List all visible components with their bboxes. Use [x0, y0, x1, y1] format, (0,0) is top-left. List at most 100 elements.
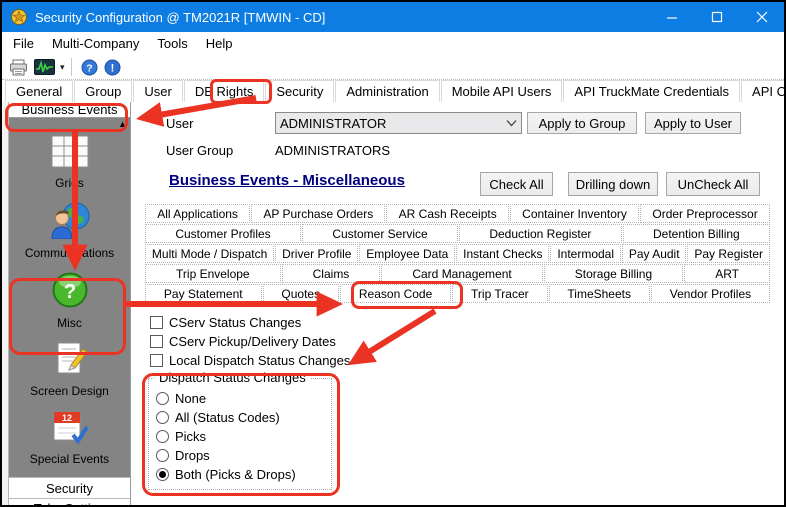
- category-ar-cash-receipts[interactable]: AR Cash Receipts: [386, 204, 509, 223]
- sidebar-item-special-events[interactable]: 12 Special Events: [30, 409, 109, 466]
- maximize-button[interactable]: [694, 2, 739, 32]
- category-instant-checks[interactable]: Instant Checks: [456, 244, 549, 263]
- minimize-button[interactable]: [649, 2, 694, 32]
- radio-label[interactable]: Both (Picks & Drops): [175, 467, 296, 482]
- radio-row: All (Status Codes): [156, 408, 331, 427]
- about-icon[interactable]: !: [101, 58, 124, 77]
- sidebar-item-grids[interactable]: Grids: [50, 134, 90, 190]
- radio-row: None: [156, 389, 331, 408]
- radio-label[interactable]: Drops: [175, 448, 210, 463]
- tab-api-client-credentials[interactable]: API Client Credentials: [741, 80, 786, 102]
- all-status-codes-radio[interactable]: [156, 411, 169, 424]
- local-dispatch-status-changes-checkbox[interactable]: [150, 354, 163, 367]
- sidebar-tab-tabs-setting[interactable]: Tabs Setting: [9, 498, 130, 507]
- printer-icon[interactable]: [6, 58, 31, 77]
- tab-db-rights[interactable]: DB Rights: [184, 80, 265, 102]
- category-art[interactable]: ART: [684, 264, 770, 283]
- category-quotes[interactable]: Quotes: [263, 284, 339, 303]
- category-driver-profile[interactable]: Driver Profile: [275, 244, 358, 263]
- user-combobox[interactable]: ADMINISTRATOR: [275, 112, 522, 134]
- category-detention-billing[interactable]: Detention Billing: [623, 224, 770, 243]
- user-group-value: ADMINISTRATORS: [275, 143, 390, 158]
- svg-text:?: ?: [63, 281, 75, 303]
- sidebar-splitter[interactable]: [2, 102, 9, 505]
- category-all-applications[interactable]: All Applications: [145, 204, 250, 223]
- radio-row: Picks: [156, 427, 331, 446]
- security-badge-icon: [10, 8, 28, 26]
- sidebar-item-label: Grids: [55, 176, 84, 190]
- apply-to-group-button[interactable]: Apply to Group: [527, 112, 637, 134]
- menu-file[interactable]: File: [4, 34, 43, 53]
- menu-multi-company[interactable]: Multi-Company: [43, 34, 148, 53]
- tab-user[interactable]: User: [133, 80, 182, 102]
- category-trip-tracer[interactable]: Trip Tracer: [452, 284, 547, 303]
- document-pencil-icon: [51, 341, 89, 382]
- sidebar-item-label: Misc: [57, 316, 82, 330]
- drops-radio[interactable]: [156, 449, 169, 462]
- calendar-check-icon: 12: [49, 409, 89, 450]
- menu-tools[interactable]: Tools: [148, 34, 196, 53]
- category-card-management[interactable]: Card Management: [381, 264, 542, 283]
- tab-security[interactable]: Security: [265, 80, 334, 102]
- category-multi-mode-dispatch[interactable]: Multi Mode / Dispatch: [145, 244, 274, 263]
- sidebar-item-screen-design[interactable]: Screen Design: [30, 341, 109, 398]
- sidebar-item-label: Communications: [25, 246, 114, 260]
- drilling-down-button[interactable]: Drilling down: [568, 172, 658, 196]
- menu-help[interactable]: Help: [197, 34, 242, 53]
- category-storage-billing[interactable]: Storage Billing: [544, 264, 683, 283]
- checkbox-row: CServ Status Changes: [150, 313, 301, 332]
- none-radio[interactable]: [156, 392, 169, 405]
- close-button[interactable]: [739, 2, 784, 32]
- category-employee-data[interactable]: Employee Data: [359, 244, 455, 263]
- sidebar-panel: ▲ Grids: [9, 118, 130, 477]
- tab-general[interactable]: General: [5, 80, 73, 102]
- tab-api-truckmate-credentials[interactable]: API TruckMate Credentials: [563, 80, 740, 102]
- user-group-label: User Group: [166, 143, 233, 158]
- svg-text:?: ?: [86, 62, 92, 74]
- tab-administration[interactable]: Administration: [335, 80, 439, 102]
- tab-mobile-api-users[interactable]: Mobile API Users: [441, 80, 563, 102]
- category-pay-audit[interactable]: Pay Audit: [622, 244, 687, 263]
- category-reason-code[interactable]: Reason Code: [340, 284, 451, 303]
- category-vendor-profiles[interactable]: Vendor Profiles: [651, 284, 770, 303]
- checkbox-label[interactable]: Local Dispatch Status Changes: [169, 353, 350, 368]
- user-label: User: [166, 116, 193, 131]
- radio-label[interactable]: None: [175, 391, 206, 406]
- category-trip-envelope[interactable]: Trip Envelope: [145, 264, 281, 283]
- both-picks-drops-radio[interactable]: [156, 468, 169, 481]
- toolbar-dropdown-icon[interactable]: ▾: [60, 62, 65, 73]
- checkbox-label[interactable]: CServ Pickup/Delivery Dates: [169, 334, 336, 349]
- apply-to-user-button[interactable]: Apply to User: [645, 112, 741, 134]
- category-claims[interactable]: Claims: [282, 264, 381, 283]
- category-container-inventory[interactable]: Container Inventory: [510, 204, 639, 223]
- cserv-status-changes-checkbox[interactable]: [150, 316, 163, 329]
- category-ap-purchase-orders[interactable]: AP Purchase Orders: [251, 204, 385, 223]
- category-customer-service[interactable]: Customer Service: [302, 224, 458, 243]
- sidebar-item-misc[interactable]: ? Misc: [51, 271, 89, 330]
- category-customer-profiles[interactable]: Customer Profiles: [145, 224, 301, 243]
- help-icon[interactable]: ?: [78, 58, 101, 77]
- app-window: Security Configuration @ TM2021R [TMWIN …: [0, 0, 786, 507]
- scroll-up-icon[interactable]: ▲: [118, 120, 127, 129]
- category-pay-statement[interactable]: Pay Statement: [145, 284, 262, 303]
- sidebar-tab-security[interactable]: Security: [9, 477, 130, 498]
- picks-radio[interactable]: [156, 430, 169, 443]
- category-pay-register[interactable]: Pay Register: [687, 244, 770, 263]
- checkbox-label[interactable]: CServ Status Changes: [169, 315, 301, 330]
- svg-text:12: 12: [62, 413, 72, 423]
- check-all-button[interactable]: Check All: [480, 172, 553, 196]
- category-timesheets[interactable]: TimeSheets: [549, 284, 650, 303]
- category-deduction-register[interactable]: Deduction Register: [459, 224, 622, 243]
- radio-label[interactable]: All (Status Codes): [175, 410, 280, 425]
- grid-icon: [50, 134, 90, 174]
- cserv-pickup-delivery-dates-checkbox[interactable]: [150, 335, 163, 348]
- tab-group[interactable]: Group: [74, 80, 132, 102]
- company-monitor-icon[interactable]: [31, 58, 58, 76]
- sidebar-item-communications[interactable]: Communications: [25, 201, 114, 260]
- radio-label[interactable]: Picks: [175, 429, 206, 444]
- uncheck-all-button[interactable]: UnCheck All: [666, 172, 760, 196]
- toolbar-separator: [71, 58, 72, 76]
- category-order-preprocessor[interactable]: Order Preprocessor: [640, 204, 770, 223]
- category-intermodal[interactable]: Intermodal: [550, 244, 621, 263]
- sidebar-item-label: Screen Design: [30, 384, 109, 398]
